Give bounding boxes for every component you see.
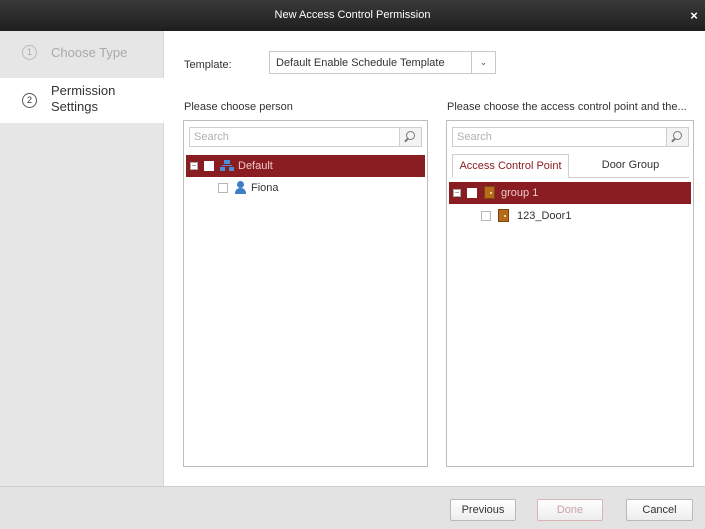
step-choose-type[interactable]: 1 Choose Type — [0, 41, 164, 75]
tab-door-group[interactable]: Door Group — [572, 154, 689, 178]
tab-access-control-point[interactable]: Access Control Point — [452, 154, 569, 178]
tree-label-group-1: group 1 — [501, 187, 539, 199]
person-panel: Search − Default Fiona — [183, 120, 428, 467]
checkbox-group-1[interactable] — [467, 188, 477, 198]
window-title: New Access Control Permission — [274, 9, 431, 21]
cancel-button[interactable]: Cancel — [626, 499, 693, 521]
template-label: Template: — [184, 59, 232, 71]
person-heading: Please choose person — [184, 101, 293, 113]
person-icon — [234, 181, 247, 194]
access-point-panel: Search Access Control Point Door Group −… — [446, 120, 694, 467]
step-label-choose-type: Choose Type — [51, 45, 128, 60]
checkbox-123-door1[interactable] — [481, 211, 491, 221]
checkbox-default[interactable] — [204, 161, 214, 171]
tree-node-default[interactable]: − Default — [186, 155, 425, 177]
org-icon — [220, 159, 234, 173]
tree-label-123-door1: 123_Door1 — [517, 210, 572, 222]
collapse-icon[interactable]: − — [190, 162, 198, 170]
access-tabs: Access Control Point Door Group — [452, 154, 689, 178]
chevron-down-icon[interactable]: ⌄ — [471, 52, 495, 73]
tree-node-group-1[interactable]: − group 1 — [449, 182, 691, 204]
checkbox-fiona[interactable] — [218, 183, 228, 193]
tree-node-123-door1[interactable]: 123_Door1 — [449, 205, 691, 227]
door-icon — [498, 209, 509, 222]
step-label-line-1: Permission — [51, 83, 116, 98]
access-point-heading: Please choose the access control point a… — [447, 101, 687, 113]
previous-button[interactable]: Previous — [450, 499, 516, 521]
person-search-input[interactable]: Search — [189, 127, 422, 147]
template-value: Default Enable Schedule Template — [276, 57, 445, 69]
title-bar: New Access Control Permission × — [0, 0, 705, 31]
access-search-placeholder: Search — [457, 131, 492, 143]
tree-label-fiona: Fiona — [251, 182, 279, 194]
step-label-permission-settings: Permission Settings — [51, 83, 115, 115]
door-icon — [484, 186, 495, 199]
tree-node-fiona[interactable]: Fiona — [186, 177, 425, 199]
person-search-placeholder: Search — [194, 131, 229, 143]
access-search-button[interactable] — [666, 128, 688, 146]
person-search-button[interactable] — [399, 128, 421, 146]
step-label-line-2: Settings — [51, 99, 98, 114]
template-dropdown[interactable]: Default Enable Schedule Template ⌄ — [269, 51, 496, 74]
tree-label-default: Default — [238, 160, 273, 172]
step-number-1: 1 — [22, 45, 37, 60]
step-number-2: 2 — [22, 93, 37, 108]
wizard-sidebar: 1 Choose Type 2 Permission Settings — [0, 31, 164, 486]
collapse-icon[interactable]: − — [453, 189, 461, 197]
access-search-input[interactable]: Search — [452, 127, 689, 147]
close-icon[interactable]: × — [687, 0, 701, 31]
dialog-footer: Previous Done Cancel — [0, 486, 705, 529]
main-content: Template: Default Enable Schedule Templa… — [165, 31, 705, 486]
done-button[interactable]: Done — [537, 499, 603, 521]
step-permission-settings[interactable]: 2 Permission Settings — [0, 78, 164, 123]
